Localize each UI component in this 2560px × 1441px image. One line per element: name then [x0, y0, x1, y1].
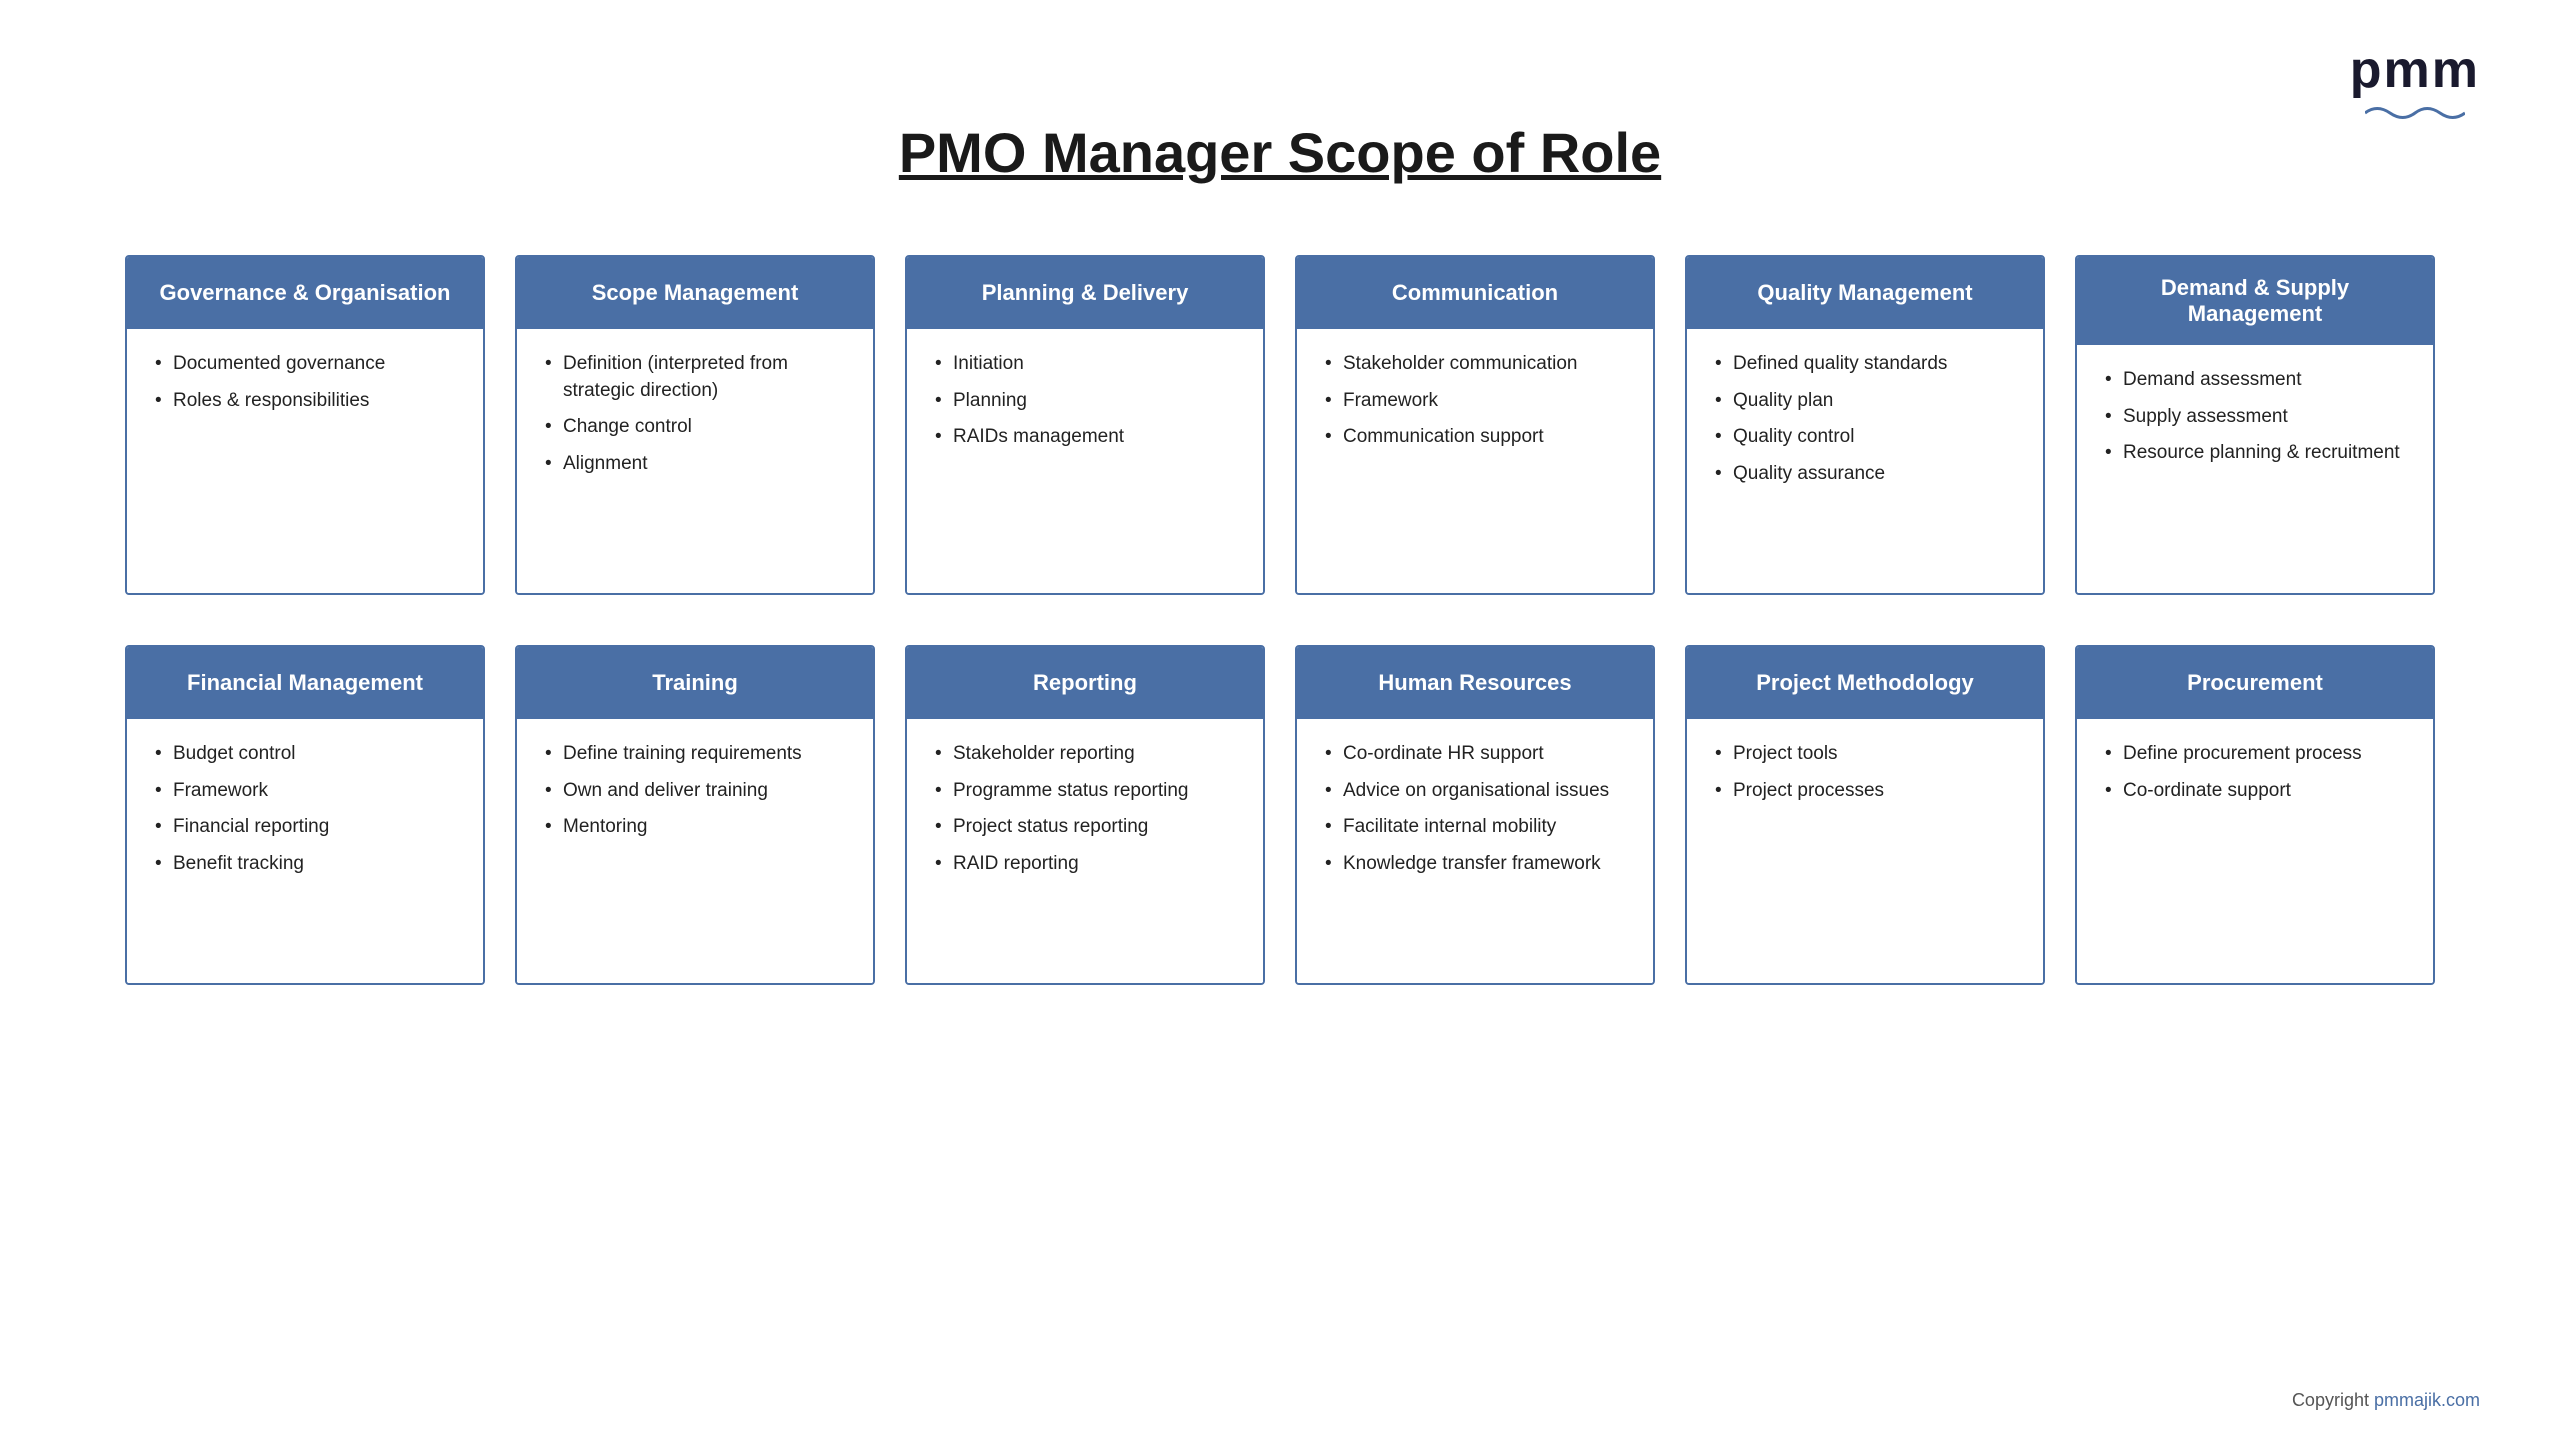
- card-header-scope: Scope Management: [517, 257, 873, 329]
- card-list-training: Define training requirements Own and deli…: [545, 741, 851, 841]
- card-financial: Financial Management Budget control Framew…: [125, 645, 485, 985]
- list-item: Facilitate internal mobility: [1325, 814, 1631, 841]
- card-list-quality: Defined quality standards Quality plan Qua…: [1715, 351, 2021, 487]
- list-item: Mentoring: [545, 814, 851, 841]
- card-list-communication: Stakeholder communication Framework Commun…: [1325, 351, 1631, 451]
- list-item: Financial reporting: [155, 814, 461, 841]
- list-item: Knowledge transfer framework: [1325, 851, 1631, 878]
- card-header-methodology: Project Methodology: [1687, 647, 2043, 719]
- list-item: Framework: [1325, 388, 1631, 415]
- list-item: Defined quality standards: [1715, 351, 2021, 378]
- list-item: Budget control: [155, 741, 461, 768]
- card-body-planning: Initiation Planning RAIDs management: [907, 329, 1263, 593]
- list-item: Framework: [155, 778, 461, 805]
- card-list-planning: Initiation Planning RAIDs management: [935, 351, 1241, 451]
- card-body-methodology: Project tools Project processes: [1687, 719, 2043, 983]
- card-list-procurement: Define procurement process Co-ordinate su…: [2105, 741, 2411, 804]
- card-list-reporting: Stakeholder reporting Programme status re…: [935, 741, 1241, 877]
- list-item: RAIDs management: [935, 424, 1241, 451]
- list-item: Supply assessment: [2105, 404, 2411, 431]
- logo-text: pmm: [2350, 40, 2480, 100]
- card-hr: Human Resources Co-ordinate HR support Adv…: [1295, 645, 1655, 985]
- copyright-link[interactable]: pmmajik.com: [2374, 1390, 2480, 1410]
- card-communication: Communication Stakeholder communication Fr…: [1295, 255, 1655, 595]
- copyright: Copyright pmmajik.com: [2292, 1390, 2480, 1411]
- list-item: Quality plan: [1715, 388, 2021, 415]
- page-container: pmm PMO Manager Scope of Role Governance…: [0, 0, 2560, 1441]
- list-item: Benefit tracking: [155, 851, 461, 878]
- card-header-hr: Human Resources: [1297, 647, 1653, 719]
- card-body-governance: Documented governance Roles & responsibil…: [127, 329, 483, 593]
- card-body-hr: Co-ordinate HR support Advice on organisa…: [1297, 719, 1653, 983]
- list-item: Communication support: [1325, 424, 1631, 451]
- card-header-quality: Quality Management: [1687, 257, 2043, 329]
- list-item: Project processes: [1715, 778, 2021, 805]
- list-item: Documented governance: [155, 351, 461, 378]
- card-training: Training Define training requirements Own …: [515, 645, 875, 985]
- card-header-demand: Demand & Supply Management: [2077, 257, 2433, 345]
- card-body-procurement: Define procurement process Co-ordinate su…: [2077, 719, 2433, 983]
- list-item: RAID reporting: [935, 851, 1241, 878]
- logo-wave-icon: [2365, 104, 2465, 122]
- card-body-financial: Budget control Framework Financial reporti…: [127, 719, 483, 983]
- card-list-scope: Definition (interpreted from strategic d…: [545, 351, 851, 477]
- page-title: PMO Manager Scope of Role: [80, 120, 2480, 185]
- logo-area: pmm: [2350, 40, 2480, 122]
- card-header-communication: Communication: [1297, 257, 1653, 329]
- copyright-text: Copyright: [2292, 1390, 2374, 1410]
- list-item: Stakeholder communication: [1325, 351, 1631, 378]
- card-quality: Quality Management Defined quality standa…: [1685, 255, 2045, 595]
- list-item: Project tools: [1715, 741, 2021, 768]
- card-header-reporting: Reporting: [907, 647, 1263, 719]
- list-item: Define training requirements: [545, 741, 851, 768]
- card-procurement: Procurement Define procurement process Co-…: [2075, 645, 2435, 985]
- list-item: Own and deliver training: [545, 778, 851, 805]
- list-item: Roles & responsibilities: [155, 388, 461, 415]
- list-item: Resource planning & recruitment: [2105, 440, 2411, 467]
- list-item: Demand assessment: [2105, 367, 2411, 394]
- list-item: Definition (interpreted from strategic d…: [545, 351, 851, 404]
- list-item: Initiation: [935, 351, 1241, 378]
- list-item: Define procurement process: [2105, 741, 2411, 768]
- card-demand: Demand & Supply Management Demand assessm…: [2075, 255, 2435, 595]
- card-body-reporting: Stakeholder reporting Programme status re…: [907, 719, 1263, 983]
- list-item: Change control: [545, 414, 851, 441]
- row-2: Financial Management Budget control Framew…: [80, 645, 2480, 985]
- card-body-scope: Definition (interpreted from strategic d…: [517, 329, 873, 593]
- card-reporting: Reporting Stakeholder reporting Programme …: [905, 645, 1265, 985]
- list-item: Alignment: [545, 451, 851, 478]
- card-list-financial: Budget control Framework Financial reporti…: [155, 741, 461, 877]
- list-item: Quality control: [1715, 424, 2021, 451]
- list-item: Co-ordinate HR support: [1325, 741, 1631, 768]
- card-planning: Planning & Delivery Initiation Planning RAI…: [905, 255, 1265, 595]
- card-list-demand: Demand assessment Supply assessment Resour…: [2105, 367, 2411, 467]
- card-header-training: Training: [517, 647, 873, 719]
- row-1: Governance & Organisation Documented gove…: [80, 255, 2480, 595]
- list-item: Planning: [935, 388, 1241, 415]
- card-scope: Scope Management Definition (interpreted …: [515, 255, 875, 595]
- list-item: Project status reporting: [935, 814, 1241, 841]
- card-body-communication: Stakeholder communication Framework Commun…: [1297, 329, 1653, 593]
- card-header-procurement: Procurement: [2077, 647, 2433, 719]
- list-item: Stakeholder reporting: [935, 741, 1241, 768]
- list-item: Programme status reporting: [935, 778, 1241, 805]
- card-governance: Governance & Organisation Documented gove…: [125, 255, 485, 595]
- card-header-governance: Governance & Organisation: [127, 257, 483, 329]
- list-item: Quality assurance: [1715, 461, 2021, 488]
- card-methodology: Project MethodologyProject toolsProject …: [1685, 645, 2045, 985]
- card-body-training: Define training requirements Own and deli…: [517, 719, 873, 983]
- list-item: Advice on organisational issues: [1325, 778, 1631, 805]
- list-item: Co-ordinate support: [2105, 778, 2411, 805]
- card-list-hr: Co-ordinate HR support Advice on organisa…: [1325, 741, 1631, 877]
- card-header-financial: Financial Management: [127, 647, 483, 719]
- card-list-governance: Documented governance Roles & responsibil…: [155, 351, 461, 414]
- card-body-demand: Demand assessment Supply assessment Resour…: [2077, 345, 2433, 593]
- card-body-quality: Defined quality standards Quality plan Qua…: [1687, 329, 2043, 593]
- card-list-methodology: Project tools Project processes: [1715, 741, 2021, 804]
- card-header-planning: Planning & Delivery: [907, 257, 1263, 329]
